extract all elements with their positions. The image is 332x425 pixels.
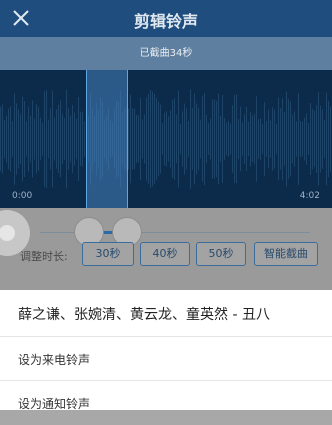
trim-duration-status: 已截曲34秒 [0,37,332,70]
set-notification-label: 设为通知铃声 [18,397,91,411]
set-ringtone-label: 设为来电铃声 [18,353,91,367]
duration-50s-button[interactable]: 50秒 [196,242,246,266]
smart-trim-button[interactable]: 智能截曲 [254,242,318,266]
adjust-duration-label: 调整时长: [20,250,68,263]
trim-controls: 调整时长: 30秒 40秒 50秒 智能截曲 [0,208,332,300]
waveform-graph [0,89,331,189]
duration-40s-button[interactable]: 40秒 [140,242,190,266]
header-bar: 剪辑铃声 [0,0,332,37]
song-title: 薛之谦、张婉清、黄云龙、童英然 - 丑八 [18,307,270,323]
selection-window[interactable] [86,70,128,208]
set-ringtone-item[interactable]: 设为来电铃声 [0,336,332,381]
set-notification-item[interactable]: 设为通知铃声 [0,380,332,425]
page-title: 剪辑铃声 [133,12,198,31]
time-end-label: 4:02 [299,191,320,201]
bottom-sheet: 薛之谦、张婉清、黄云龙、童英然 - 丑八 设为来电铃声 设为通知铃声 [0,290,332,411]
waveform-area[interactable]: 0:00 4:02 [0,70,332,208]
duration-30s-button[interactable]: 30秒 [82,242,134,266]
time-start-label: 0:00 [12,191,33,201]
